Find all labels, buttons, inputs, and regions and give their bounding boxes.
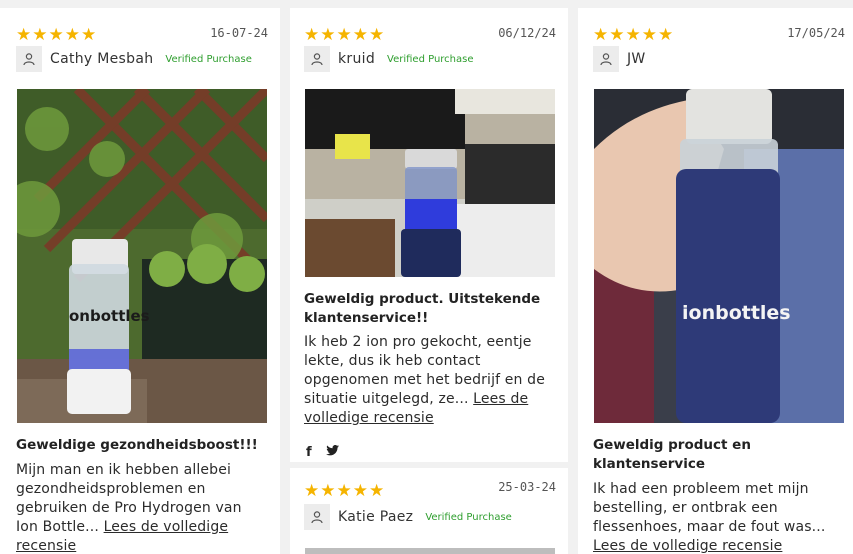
star-icon: ★ [352,25,368,45]
review-title: Geweldig product. Uitstekende klantenser… [304,291,541,326]
star-icon: ★ [336,481,352,501]
star-icon: ★ [32,25,48,45]
star-icon: ★ [320,481,336,501]
review-card: ★ ★ ★ ★ ★ 06/12/24 kruid Verified Purchase [290,8,568,462]
star-icon: ★ [48,25,64,45]
star-icon: ★ [641,25,657,45]
author-name: kruid [338,51,376,67]
review-title: Geweldige gezondheidsboost!!! [16,437,258,453]
user-icon [16,46,42,72]
star-icon: ★ [81,25,97,45]
review-photo[interactable] [305,89,555,277]
star-icon: ★ [64,25,80,45]
review-photo[interactable] [305,548,555,554]
star-rating: ★ ★ ★ ★ ★ [593,26,673,44]
verified-badge: Verified Purchase [387,53,474,65]
star-rating: ★ ★ ★ ★ ★ [304,482,384,500]
star-icon: ★ [593,25,609,45]
star-icon: ★ [320,25,336,45]
review-header: ★ ★ ★ ★ ★ 25-03-24 Katie Paez Verified Purch… [304,468,556,554]
star-icon: ★ [352,481,368,501]
star-icon: ★ [609,25,625,45]
verified-badge: Verified Purchase [165,53,252,65]
share-buttons: f [306,445,339,460]
review-author: Cathy Mesbah Verified Purchase [16,46,252,72]
star-icon: ★ [369,25,385,45]
review-header: ★ ★ ★ ★ ★ 06/12/24 kruid Verified Purchase [304,8,556,82]
review-card: ★ ★ ★ ★ ★ 16-07-24 Cathy Mesbah Verified Pur… [0,8,280,554]
star-icon: ★ [658,25,674,45]
review-card: ★ ★ ★ ★ ★ 25-03-24 Katie Paez Verified Purch… [290,468,568,554]
review-author: Katie Paez Verified Purchase [304,504,512,530]
review-date: 17/05/24 [787,26,845,40]
user-icon [304,46,330,72]
review-author: kruid Verified Purchase [304,46,474,72]
star-icon: ★ [16,25,32,45]
twitter-icon[interactable] [325,445,339,460]
svg-text:ionbottles: ionbottles [682,302,791,324]
review-body: Ik heb 2 ion pro gekocht, eentje lekte, … [304,333,556,428]
author-name: JW [627,51,646,67]
review-date: 16-07-24 [210,26,268,40]
star-icon: ★ [625,25,641,45]
verified-badge: Verified Purchase [425,511,512,523]
star-icon: ★ [369,481,385,501]
star-icon: ★ [304,25,320,45]
facebook-icon[interactable]: f [306,445,312,460]
author-name: Cathy Mesbah [50,51,154,67]
review-body: Ik had een probleem met mijn bestelling,… [593,480,845,554]
review-date: 25-03-24 [498,480,556,494]
review-header: ★ ★ ★ ★ ★ 16-07-24 Cathy Mesbah Verified Pur… [16,8,268,82]
review-header: ★ ★ ★ ★ ★ 17/05/24 JW [593,8,845,82]
read-full-review-link[interactable]: Lees de volledige recensie [593,538,782,554]
user-icon [593,46,619,72]
star-rating: ★ ★ ★ ★ ★ [16,26,96,44]
review-date: 06/12/24 [498,26,556,40]
review-excerpt: Ik had een probleem met mijn bestelling,… [593,481,826,535]
review-title: Geweldig product en klantenservice [593,437,751,472]
review-card: ★ ★ ★ ★ ★ 17/05/24 JW ionbottles Geweldig pr… [578,8,853,554]
review-photo[interactable]: onbottles [17,89,267,423]
star-rating: ★ ★ ★ ★ ★ [304,26,384,44]
review-photo[interactable]: ionbottles [594,89,844,423]
author-name: Katie Paez [338,509,414,525]
user-icon [304,504,330,530]
review-author: JW [593,46,646,72]
star-icon: ★ [304,481,320,501]
review-body: Mijn man en ik hebben allebei gezondheid… [16,461,268,554]
svg-text:onbottles: onbottles [69,307,150,325]
star-icon: ★ [336,25,352,45]
